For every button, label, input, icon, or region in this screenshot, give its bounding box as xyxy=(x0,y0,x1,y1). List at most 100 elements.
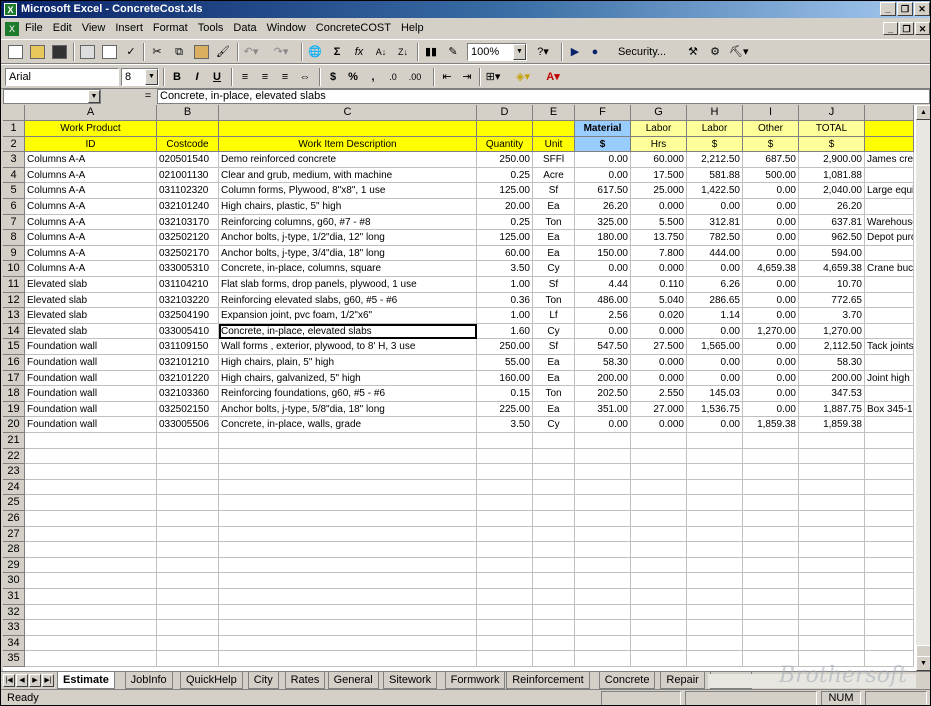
redo-icon[interactable]: ↷▾ xyxy=(273,43,289,61)
header-cell-c[interactable]: Work Item Description xyxy=(219,136,477,153)
table-cell[interactable]: 687.50 xyxy=(743,152,799,168)
table-cell[interactable] xyxy=(743,635,799,652)
table-cell[interactable]: Cy xyxy=(533,417,575,433)
table-cell[interactable] xyxy=(575,651,631,667)
table-cell[interactable]: 347.53 xyxy=(799,386,865,402)
table-cell[interactable] xyxy=(575,589,631,605)
table-cell[interactable]: 032504190 xyxy=(157,308,219,324)
table-cell[interactable]: 0.00 xyxy=(743,230,799,246)
table-cell[interactable]: 032103220 xyxy=(157,292,219,309)
table-cell[interactable] xyxy=(477,526,533,543)
table-cell[interactable] xyxy=(477,511,533,527)
header-cell-a[interactable]: ID xyxy=(25,136,157,153)
decrease-indent-icon[interactable]: ⇤ xyxy=(439,68,455,86)
header-cell-k[interactable] xyxy=(865,121,914,137)
header-cell-e[interactable]: Unit xyxy=(533,136,575,153)
row-header[interactable]: 27 xyxy=(3,526,25,543)
table-cell[interactable]: 032103170 xyxy=(157,214,219,231)
row-header[interactable]: 22 xyxy=(3,448,25,465)
table-cell[interactable] xyxy=(743,557,799,574)
table-cell[interactable]: 1,887.75 xyxy=(799,401,865,418)
table-cell[interactable] xyxy=(157,479,219,496)
table-cell[interactable]: 0.00 xyxy=(743,401,799,418)
cut-icon[interactable]: ✂ xyxy=(149,43,165,61)
table-cell[interactable] xyxy=(799,448,865,465)
menu-insert[interactable]: Insert xyxy=(115,22,143,34)
new-icon[interactable] xyxy=(7,43,23,61)
formula-equals[interactable]: = xyxy=(141,89,155,104)
table-cell[interactable] xyxy=(219,433,477,449)
table-cell[interactable]: 0.000 xyxy=(631,261,687,277)
table-cell[interactable]: 032103360 xyxy=(157,386,219,402)
table-cell[interactable] xyxy=(157,557,219,574)
table-cell[interactable]: 1.14 xyxy=(687,308,743,324)
table-cell[interactable]: 125.00 xyxy=(477,183,533,199)
row-header[interactable]: 33 xyxy=(3,620,25,636)
row-header[interactable]: 17 xyxy=(3,370,25,387)
table-cell[interactable]: 2.550 xyxy=(631,386,687,402)
table-cell[interactable] xyxy=(477,479,533,496)
table-cell[interactable]: 58.30 xyxy=(799,355,865,371)
header-cell-i[interactable]: Other xyxy=(743,121,799,137)
help-icon[interactable]: ?▾ xyxy=(535,43,551,61)
table-cell[interactable] xyxy=(865,277,914,293)
comma-button[interactable]: , xyxy=(365,68,381,86)
table-cell[interactable]: 0.25 xyxy=(477,214,533,231)
table-cell[interactable]: Columns A-A xyxy=(25,152,157,168)
table-cell[interactable] xyxy=(477,604,533,621)
row-header[interactable]: 26 xyxy=(3,511,25,527)
table-cell[interactable] xyxy=(157,526,219,543)
table-cell[interactable]: 637.81 xyxy=(799,214,865,231)
row-header[interactable]: 2 xyxy=(3,136,25,153)
table-cell[interactable] xyxy=(575,557,631,574)
table-cell[interactable]: Cy xyxy=(533,261,575,277)
table-cell[interactable] xyxy=(533,433,575,449)
table-cell[interactable]: 0.00 xyxy=(575,261,631,277)
function-icon[interactable]: fx xyxy=(351,43,367,61)
table-cell[interactable] xyxy=(743,511,799,527)
chart-wizard-icon[interactable]: ▮▮ xyxy=(423,43,439,61)
table-cell[interactable] xyxy=(25,495,157,511)
table-cell[interactable] xyxy=(157,589,219,605)
record-macro-icon[interactable]: ● xyxy=(587,43,603,61)
table-cell[interactable] xyxy=(687,448,743,465)
table-cell[interactable] xyxy=(575,433,631,449)
table-cell[interactable]: Reinforcing elevated slabs, g60, #5 - #6 xyxy=(219,292,477,309)
table-cell[interactable]: 772.65 xyxy=(799,292,865,309)
table-cell[interactable]: Ea xyxy=(533,230,575,246)
table-cell[interactable]: 1.60 xyxy=(477,323,533,340)
table-cell[interactable]: 594.00 xyxy=(799,245,865,262)
table-cell[interactable]: 0.00 xyxy=(743,214,799,231)
table-cell[interactable] xyxy=(157,495,219,511)
tab-rates[interactable]: Rates xyxy=(284,672,326,689)
table-cell[interactable]: 55.00 xyxy=(477,355,533,371)
chevron-down-icon[interactable]: ▼ xyxy=(513,44,526,60)
table-cell[interactable]: Ea xyxy=(533,370,575,387)
table-cell[interactable] xyxy=(743,479,799,496)
table-cell[interactable]: 26.20 xyxy=(799,199,865,215)
row-header[interactable]: 35 xyxy=(3,651,25,667)
header-cell-j[interactable]: $ xyxy=(799,136,865,153)
table-cell[interactable]: Anchor bolts, j-type, 1/2"dia, 12" long xyxy=(219,230,477,246)
increase-decimal-button[interactable]: .0 xyxy=(385,68,401,86)
table-cell[interactable]: 3.50 xyxy=(477,261,533,277)
table-cell[interactable]: Columns A-A xyxy=(25,214,157,231)
table-cell[interactable] xyxy=(533,526,575,543)
merge-center-icon[interactable]: ⇔ xyxy=(297,68,313,86)
column-header-a[interactable]: A xyxy=(25,105,157,121)
column-header-j[interactable]: J xyxy=(799,105,865,121)
table-cell[interactable]: 2,212.50 xyxy=(687,152,743,168)
table-cell[interactable] xyxy=(631,589,687,605)
table-cell[interactable] xyxy=(219,479,477,496)
row-header[interactable]: 23 xyxy=(3,464,25,480)
tab-jobinfo[interactable]: JobInfo xyxy=(124,672,173,689)
autosum-icon[interactable]: Σ xyxy=(329,43,345,61)
table-cell[interactable]: Joint high r xyxy=(865,370,914,387)
table-cell[interactable] xyxy=(631,495,687,511)
table-cell[interactable] xyxy=(743,526,799,543)
workbook-minimize-button[interactable]: _ xyxy=(883,22,898,35)
table-cell[interactable]: 0.00 xyxy=(687,370,743,387)
table-cell[interactable]: Ea xyxy=(533,355,575,371)
table-cell[interactable]: 0.00 xyxy=(743,370,799,387)
table-cell[interactable] xyxy=(575,604,631,621)
